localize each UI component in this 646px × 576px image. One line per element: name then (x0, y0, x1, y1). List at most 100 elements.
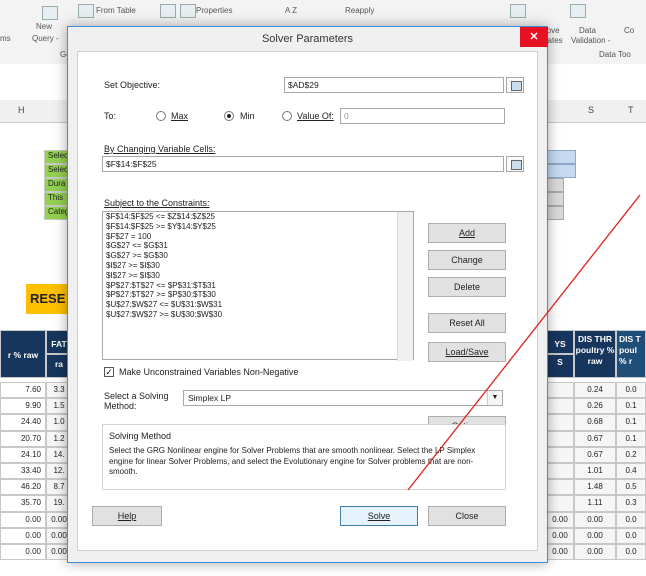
table-cell[interactable] (546, 495, 574, 512)
constraint-item[interactable]: $F$14:$F$25 >= $Y$14:$Y$25 (103, 222, 413, 232)
table-cell[interactable]: 0.00 (574, 511, 616, 528)
table-cell[interactable]: 0.1 (616, 414, 646, 431)
constraint-item[interactable]: $I$27 >= $I$30 (103, 261, 413, 271)
constraints-list[interactable]: $F$14:$F$25 <= $Z$14:$Z$25 $F$14:$F$25 >… (102, 211, 414, 361)
table-cell[interactable]: 0.68 (574, 414, 616, 431)
table-cell[interactable] (546, 463, 574, 480)
table-cell[interactable]: 24.40 (0, 414, 46, 431)
table-cell[interactable]: 0.1 (616, 430, 646, 447)
from-table-button[interactable]: From Table (96, 6, 136, 15)
constraint-item[interactable]: $G$27 >= $G$30 (103, 251, 413, 261)
changing-cells-collapse-button[interactable] (506, 156, 524, 172)
table-cell[interactable]: 0.0 (616, 511, 646, 528)
table-cell[interactable]: 0.00 (546, 511, 574, 528)
add-constraint-button[interactable]: Add (428, 223, 506, 243)
header-ys[interactable]: YS (546, 330, 574, 354)
table-cell[interactable]: 0.00 (574, 527, 616, 544)
constraint-item[interactable]: $U$27:$W$27 <= $U$31:$W$31 (103, 300, 413, 310)
table-cell[interactable]: 0.0 (616, 527, 646, 544)
table-cell[interactable]: 46.20 (0, 479, 46, 496)
delete-constraint-button[interactable]: Delete (428, 277, 506, 297)
load-save-button[interactable]: Load/Save (428, 342, 506, 362)
table-cell[interactable]: 0.00 (0, 527, 46, 544)
table-cell[interactable]: 20.70 (0, 430, 46, 447)
value-of-input[interactable]: 0 (340, 108, 505, 124)
table-cell[interactable] (546, 446, 574, 463)
table-cell[interactable] (546, 382, 574, 399)
table-cell[interactable]: 1.01 (574, 463, 616, 480)
table-cell[interactable]: 1.48 (574, 479, 616, 496)
solve-button[interactable]: Solve (340, 506, 418, 526)
constraint-item[interactable]: $P$27:$T$27 >= $P$30:$T$30 (103, 290, 413, 300)
data-validation-button[interactable]: Data (579, 26, 596, 35)
change-constraint-button[interactable]: Change (428, 250, 506, 270)
chevron-down-icon[interactable]: ▼ (487, 391, 502, 405)
constraint-item[interactable]: $F$14:$F$25 <= $Z$14:$Z$25 (103, 212, 413, 222)
properties-button[interactable]: Properties (196, 6, 232, 15)
table-cell[interactable]: 0.67 (574, 446, 616, 463)
new-query-dropdown[interactable]: Query - (32, 34, 59, 43)
close-button[interactable]: Close (428, 506, 506, 526)
set-objective-input[interactable]: $AD$29 (284, 77, 504, 93)
header-dis-t[interactable]: DIS T poul % r (616, 330, 646, 378)
table-cell[interactable]: 0.00 (546, 527, 574, 544)
help-button[interactable]: Help (92, 506, 162, 526)
column-s-header[interactable]: S (588, 105, 594, 115)
table-cell[interactable]: 0.26 (574, 398, 616, 415)
column-h-header[interactable]: H (18, 105, 25, 115)
input-cell[interactable] (546, 178, 564, 192)
table-cell[interactable]: 0.00 (546, 544, 574, 561)
min-radio[interactable] (224, 111, 234, 121)
value-of-radio[interactable] (282, 111, 292, 121)
table-cell[interactable]: 0.00 (0, 544, 46, 561)
table-cell[interactable] (546, 430, 574, 447)
constraint-item[interactable]: $P$27:$T$27 <= $P$31:$T$31 (103, 281, 413, 291)
table-cell[interactable] (546, 398, 574, 415)
input-cell[interactable] (546, 150, 576, 164)
table-cell[interactable]: 0.5 (616, 479, 646, 496)
changing-cells-label: By Changing Variable Cells: (104, 144, 216, 154)
table-cell[interactable] (546, 479, 574, 496)
table-cell[interactable]: 0.0 (616, 382, 646, 399)
header-ys-2[interactable]: S (546, 354, 574, 378)
reset-all-button[interactable]: Reset All (428, 313, 506, 333)
sort-az-button[interactable]: A Z (285, 6, 297, 15)
constraint-item[interactable]: $I$27 >= $I$30 (103, 271, 413, 281)
table-cell[interactable]: 0.24 (574, 382, 616, 399)
table-cell[interactable]: 7.60 (0, 382, 46, 399)
new-query-label[interactable]: New (36, 22, 52, 31)
constraint-item[interactable]: $G$27 <= $G$31 (103, 241, 413, 251)
table-cell[interactable]: 35.70 (0, 495, 46, 512)
constraints-scrollbar[interactable] (397, 212, 413, 361)
close-icon[interactable]: ✕ (520, 27, 548, 47)
changing-cells-input[interactable]: $F$14:$F$25 (102, 156, 504, 172)
set-objective-collapse-button[interactable] (506, 77, 524, 93)
table-cell[interactable]: 0.00 (574, 544, 616, 561)
table-cell[interactable]: 9.90 (0, 398, 46, 415)
input-cell[interactable] (546, 206, 564, 220)
input-cell[interactable] (546, 164, 576, 178)
dialog-titlebar[interactable]: Solver Parameters ✕ (68, 27, 548, 51)
table-cell[interactable]: 0.0 (616, 544, 646, 561)
max-radio[interactable] (156, 111, 166, 121)
table-cell[interactable] (546, 414, 574, 431)
table-cell[interactable]: 33.40 (0, 463, 46, 480)
solving-method-select[interactable]: Simplex LP ▼ (183, 390, 503, 406)
table-cell[interactable]: 0.67 (574, 430, 616, 447)
constraint-item[interactable]: $F$27 = 100 (103, 232, 413, 242)
table-cell[interactable]: 0.00 (0, 511, 46, 528)
table-cell[interactable]: 0.1 (616, 398, 646, 415)
table-cell[interactable]: 0.2 (616, 446, 646, 463)
table-cell[interactable]: 0.3 (616, 495, 646, 512)
consolidate-button[interactable]: Co (624, 26, 634, 35)
header-raw-pct[interactable]: r % raw (0, 330, 46, 378)
table-cell[interactable]: 24.10 (0, 446, 46, 463)
column-t-header[interactable]: T (628, 105, 634, 115)
header-dis-thr[interactable]: DIS THR poultry % raw (574, 330, 616, 378)
nonnegative-checkbox[interactable]: ✓ (104, 367, 114, 377)
input-cell[interactable] (546, 192, 564, 206)
table-cell[interactable]: 0.4 (616, 463, 646, 480)
table-cell[interactable]: 1.11 (574, 495, 616, 512)
constraint-item[interactable]: $U$27:$W$27 >= $U$30:$W$30 (103, 310, 413, 320)
reapply-button[interactable]: Reapply (345, 6, 374, 15)
